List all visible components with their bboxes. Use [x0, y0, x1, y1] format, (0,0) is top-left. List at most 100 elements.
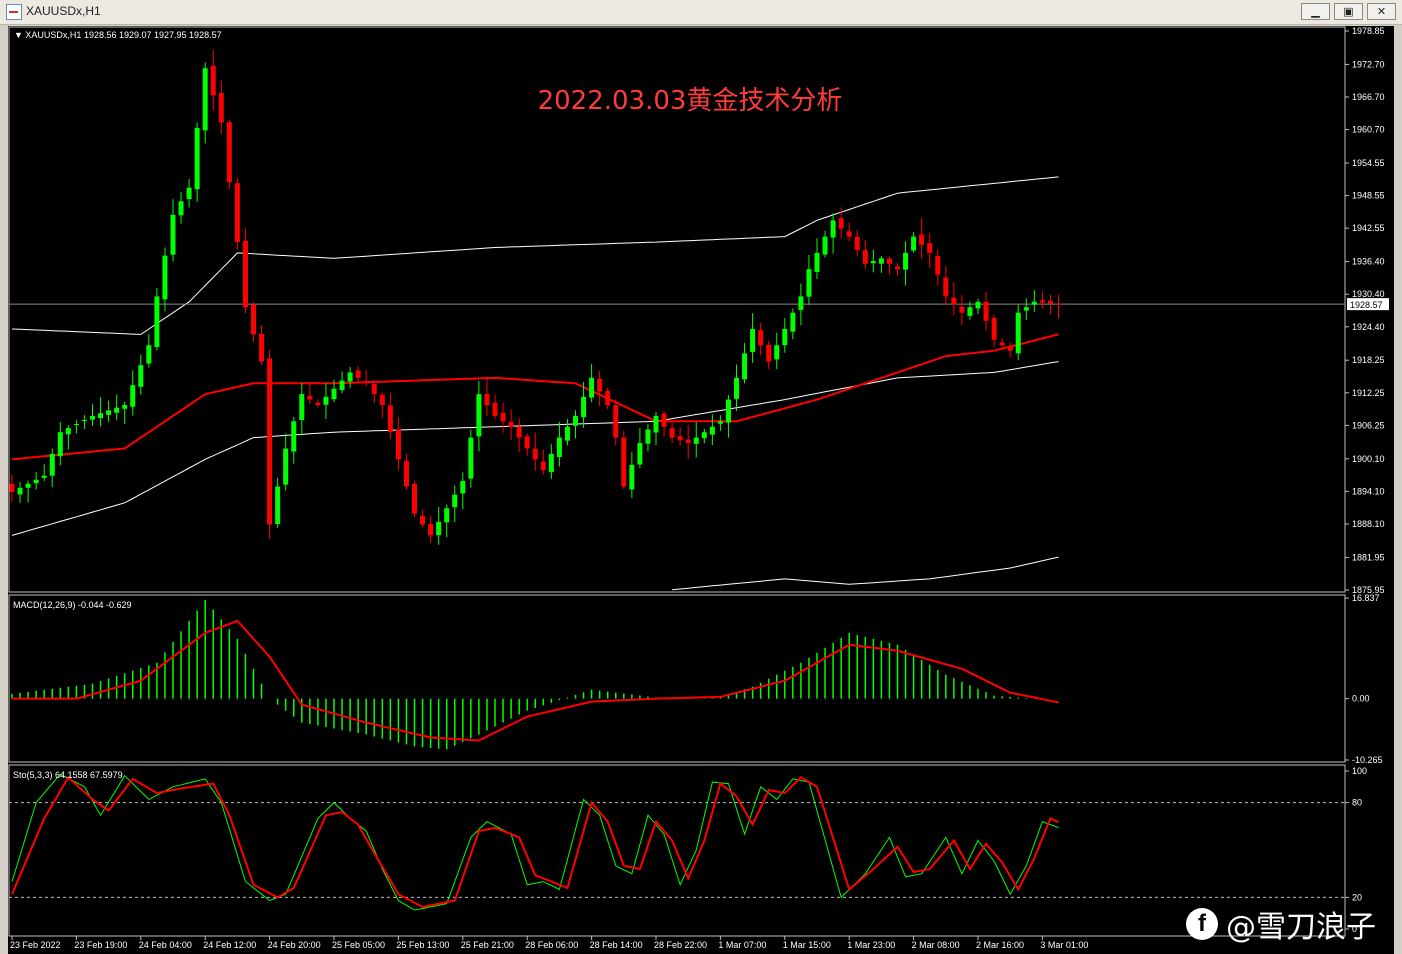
bull-candle: [194, 127, 200, 190]
bull-candle: [57, 432, 63, 457]
price-axis-label: 1894.10: [1352, 486, 1385, 496]
bull-candle: [701, 432, 707, 439]
macd-axis-label: 0.00: [1352, 694, 1370, 704]
bull-candle: [742, 353, 748, 380]
bull-candle: [331, 388, 337, 400]
platform-logo-icon: f: [1186, 908, 1218, 940]
bear-candle: [669, 428, 675, 438]
outer-lower-band-line: [672, 556, 1059, 591]
bull-candle: [114, 407, 120, 413]
bear-candle: [371, 383, 377, 395]
stochastic-label: Sto(5,3,3) 64.1558 67.5979: [13, 770, 123, 780]
bull-candle: [629, 464, 635, 490]
bull-candle: [146, 345, 152, 364]
bear-candle: [991, 317, 997, 340]
bull-candle: [154, 296, 160, 348]
bear-candle: [1047, 300, 1053, 304]
bear-candle: [613, 405, 619, 438]
close-button[interactable]: ✕: [1367, 3, 1396, 20]
bear-candle: [540, 461, 546, 471]
minimize-button[interactable]: ▁: [1301, 3, 1330, 20]
stochastic-axis-label: 20: [1352, 892, 1362, 902]
bear-candle: [355, 370, 361, 378]
time-axis-label: 2 Mar 16:00: [976, 940, 1024, 950]
bull-candle: [323, 396, 329, 405]
chart-area[interactable]: 1978.85 1972.70 1966.70 1960.70 1954.55 1948.…: [8, 26, 1394, 954]
bear-candle: [412, 484, 417, 514]
bull-candle: [98, 413, 104, 419]
bear-candle: [379, 394, 385, 406]
bear-candle: [315, 402, 321, 406]
stochastic-signal-line: [11, 775, 1059, 908]
bull-candle: [202, 68, 208, 131]
bull-candle: [975, 301, 981, 309]
bull-candle: [81, 419, 87, 422]
bull-candle: [564, 426, 570, 441]
bear-candle: [1007, 346, 1013, 351]
time-axis-label: 1 Mar 07:00: [718, 940, 766, 950]
bear-candle: [403, 460, 409, 487]
time-axis-label: 25 Feb 05:00: [332, 940, 385, 950]
bull-candle: [1031, 301, 1037, 305]
bull-candle: [870, 261, 876, 264]
bear-candle: [492, 402, 498, 416]
bull-candle: [782, 328, 788, 346]
time-axis-label: 24 Feb 04:00: [139, 940, 192, 950]
bull-candle: [548, 453, 554, 473]
bull-candle: [709, 426, 715, 435]
bull-candle: [186, 187, 192, 200]
macd-axis-label: -10.265: [1352, 755, 1383, 765]
price-axis-label: 1906.25: [1352, 420, 1385, 430]
time-axis-label: 1 Mar 23:00: [847, 940, 895, 950]
time-axis-label: 25 Feb 13:00: [396, 940, 449, 950]
bull-candle: [73, 424, 79, 426]
bull-candle: [589, 377, 595, 398]
price-axis-label: 1918.25: [1352, 355, 1385, 365]
time-axis-label: 28 Feb 14:00: [590, 940, 643, 950]
stochastic-axis-label: 80: [1352, 798, 1362, 808]
time-axis-label: 1 Mar 15:00: [783, 940, 831, 950]
maximize-button[interactable]: ▣: [1334, 3, 1363, 20]
bull-candle: [556, 437, 562, 458]
watermark: f @雪刀浪子: [1186, 904, 1376, 945]
bear-candle: [943, 277, 949, 297]
chart-canvas: 1978.85 1972.70 1966.70 1960.70 1954.55 1948.…: [8, 26, 1389, 950]
bear-candle: [838, 218, 844, 229]
bear-candle: [605, 390, 611, 406]
bear-candle: [218, 93, 224, 123]
bear-candle: [846, 231, 852, 237]
bear-candle: [983, 301, 989, 321]
bear-candle: [500, 412, 506, 422]
bear-candle: [862, 250, 868, 264]
bull-candle: [106, 410, 112, 415]
bear-candle: [387, 405, 393, 433]
bull-candle: [903, 252, 909, 270]
time-axis: 23 Feb 2022 23 Feb 19:00 24 Feb 04:00 24 Fe…: [10, 936, 1088, 950]
bear-candle: [259, 333, 265, 362]
price-axis-label: 1966.70: [1352, 92, 1385, 102]
bear-candle: [685, 439, 691, 444]
bear-candle: [420, 515, 426, 525]
bear-candle: [516, 426, 522, 438]
bull-candle: [1015, 312, 1021, 354]
bear-candle: [919, 234, 925, 245]
bull-candle: [878, 258, 884, 264]
time-axis-label: 24 Feb 12:00: [203, 940, 256, 950]
bear-candle: [895, 266, 900, 270]
price-axis-label: 1960.70: [1352, 125, 1385, 135]
title-bar: XAUUSDx,H1 ▁ ▣ ✕: [0, 0, 1402, 25]
bear-candle: [428, 523, 434, 536]
bear-candle: [661, 413, 667, 427]
time-axis-label: 23 Feb 19:00: [74, 940, 127, 950]
bear-candle: [267, 358, 273, 525]
stochastic-axis-label: 100: [1352, 766, 1367, 776]
bull-candle: [468, 437, 474, 479]
bear-candle: [9, 483, 15, 492]
bear-candle: [951, 297, 957, 305]
bear-candle: [532, 448, 538, 460]
macd-panel-border: [8, 594, 1346, 763]
bull-candle: [830, 220, 836, 238]
bollinger-upper-line: [11, 176, 1059, 335]
bear-candle: [210, 65, 216, 96]
bull-candle: [283, 448, 289, 485]
